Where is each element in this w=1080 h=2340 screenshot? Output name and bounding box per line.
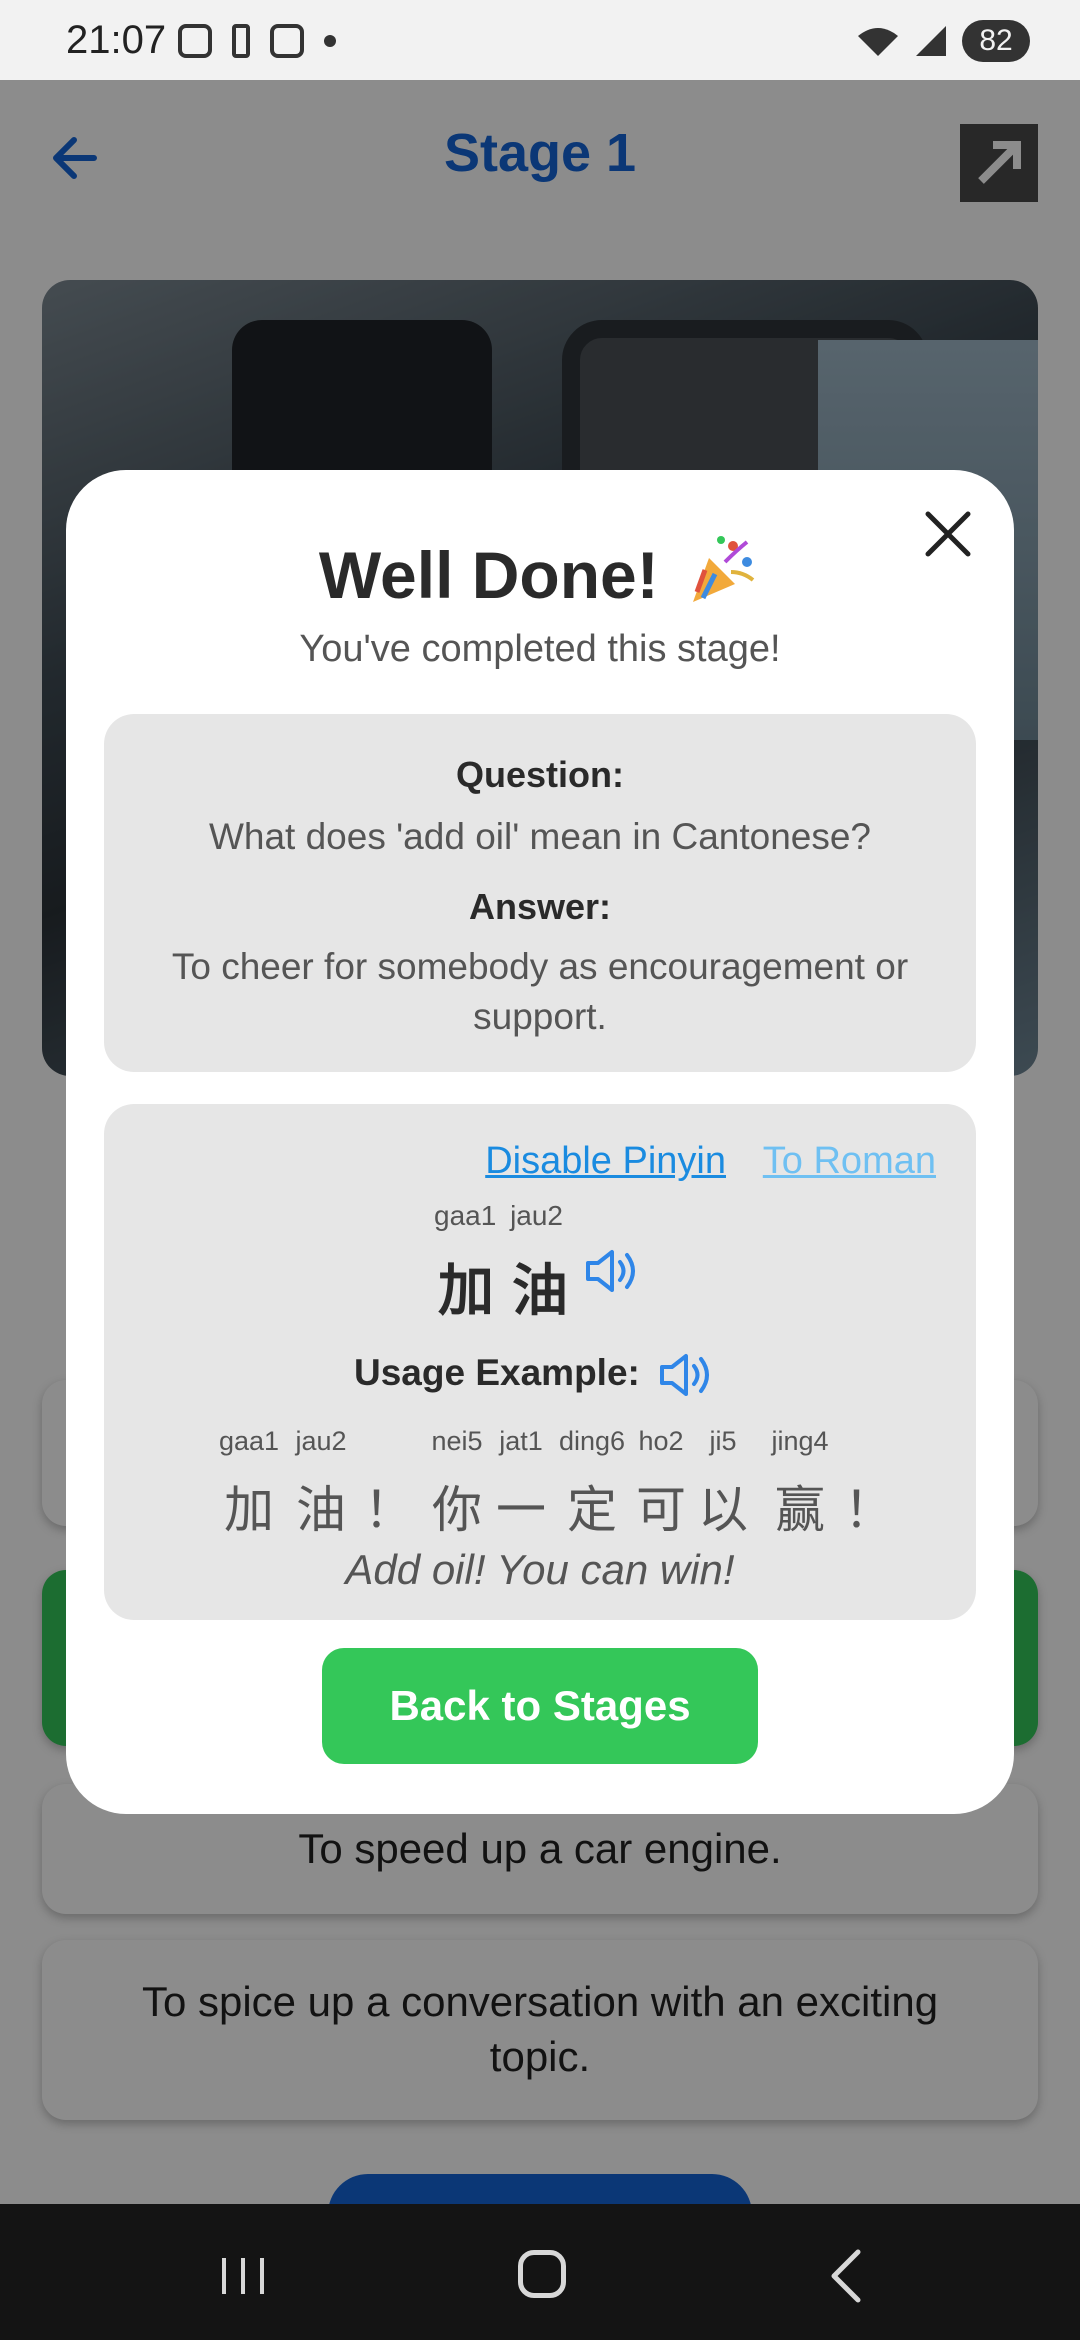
token-character: 一	[496, 1482, 546, 1538]
status-time: 21:07	[66, 18, 167, 62]
battery-indicator: 82	[962, 20, 1030, 62]
token-romanization: jau2	[295, 1426, 347, 1456]
usage-example-label: Usage Example:	[354, 1352, 640, 1393]
status-notification-icons	[178, 24, 336, 58]
home-icon[interactable]	[518, 2250, 566, 2298]
token-character: 赢	[775, 1482, 825, 1538]
token-romanization	[834, 1426, 904, 1460]
token-character: 加	[224, 1482, 274, 1538]
disable-pinyin-link[interactable]: Disable Pinyin	[485, 1140, 726, 1183]
wifi-icon	[858, 28, 898, 56]
token-character: 以	[698, 1482, 748, 1538]
token-character: ！	[844, 1482, 894, 1538]
to-roman-link[interactable]: To Roman	[763, 1140, 936, 1183]
question-answer-card: Question: What does 'add oil' mean in Ca…	[104, 714, 976, 1072]
token-character: 定	[567, 1482, 617, 1538]
example-token: jing4 赢	[762, 1426, 838, 1542]
token-character: 可	[636, 1482, 686, 1538]
token-romanization: ji5	[709, 1426, 737, 1456]
answer-text: To cheer for somebody as encouragement o…	[171, 946, 909, 1037]
screenshot-icon	[178, 24, 212, 58]
token-character: 油	[296, 1482, 346, 1538]
checkbox-icon	[270, 24, 304, 58]
word-card: Disable Pinyin To Roman gaa1 jau2 加油 Usa…	[104, 1104, 976, 1620]
signal-icon	[916, 26, 946, 56]
question-label: Question:	[456, 754, 624, 795]
notification-icon	[232, 24, 250, 58]
token-character: ！	[364, 1482, 414, 1538]
completion-dialog: Well Done! You've completed this stage! …	[66, 470, 1014, 1814]
back-icon[interactable]	[826, 2248, 866, 2304]
dialog-title-text: Well Done!	[318, 538, 659, 612]
example-token: nei5 你	[422, 1426, 492, 1542]
word-romanization: gaa1 jau2	[434, 1200, 564, 1231]
more-dot-icon	[324, 35, 336, 47]
dialog-title: Well Done!	[66, 532, 1014, 613]
example-token: jat1 一	[486, 1426, 556, 1542]
system-nav-bar	[0, 2204, 1080, 2340]
example-token: jau2 油	[286, 1426, 356, 1542]
example-token: gaa1 加	[214, 1426, 284, 1542]
token-romanization: ding6	[558, 1426, 626, 1456]
token-romanization: ho2	[638, 1426, 684, 1456]
question-text: What does 'add oil' mean in Cantonese?	[208, 816, 872, 857]
status-system-icons: 82	[856, 20, 1030, 62]
speaker-icon[interactable]	[658, 1350, 718, 1400]
token-romanization: jing4	[771, 1426, 829, 1456]
example-token: ！	[834, 1426, 904, 1542]
answer-label: Answer:	[468, 886, 612, 927]
example-token: ding6 定	[554, 1426, 630, 1542]
status-bar: 21:07 82	[0, 0, 1080, 80]
example-token: ho2 可	[626, 1426, 696, 1542]
party-popper-icon	[693, 536, 755, 602]
word-characters: 加油	[438, 1259, 586, 1322]
token-romanization	[354, 1426, 424, 1460]
dialog-subtitle: You've completed this stage!	[299, 628, 781, 670]
back-to-stages-button[interactable]: Back to Stages	[322, 1648, 758, 1764]
token-romanization: jat1	[499, 1426, 543, 1456]
token-character: 你	[432, 1482, 482, 1538]
recent-apps-icon[interactable]	[218, 2256, 268, 2296]
example-token: ！	[354, 1426, 424, 1542]
example-translation: Add oil! You can win!	[345, 1546, 735, 1593]
token-romanization: gaa1	[218, 1426, 280, 1456]
token-romanization: nei5	[431, 1426, 483, 1456]
example-token: ji5 以	[688, 1426, 758, 1542]
speaker-icon[interactable]	[584, 1246, 644, 1296]
